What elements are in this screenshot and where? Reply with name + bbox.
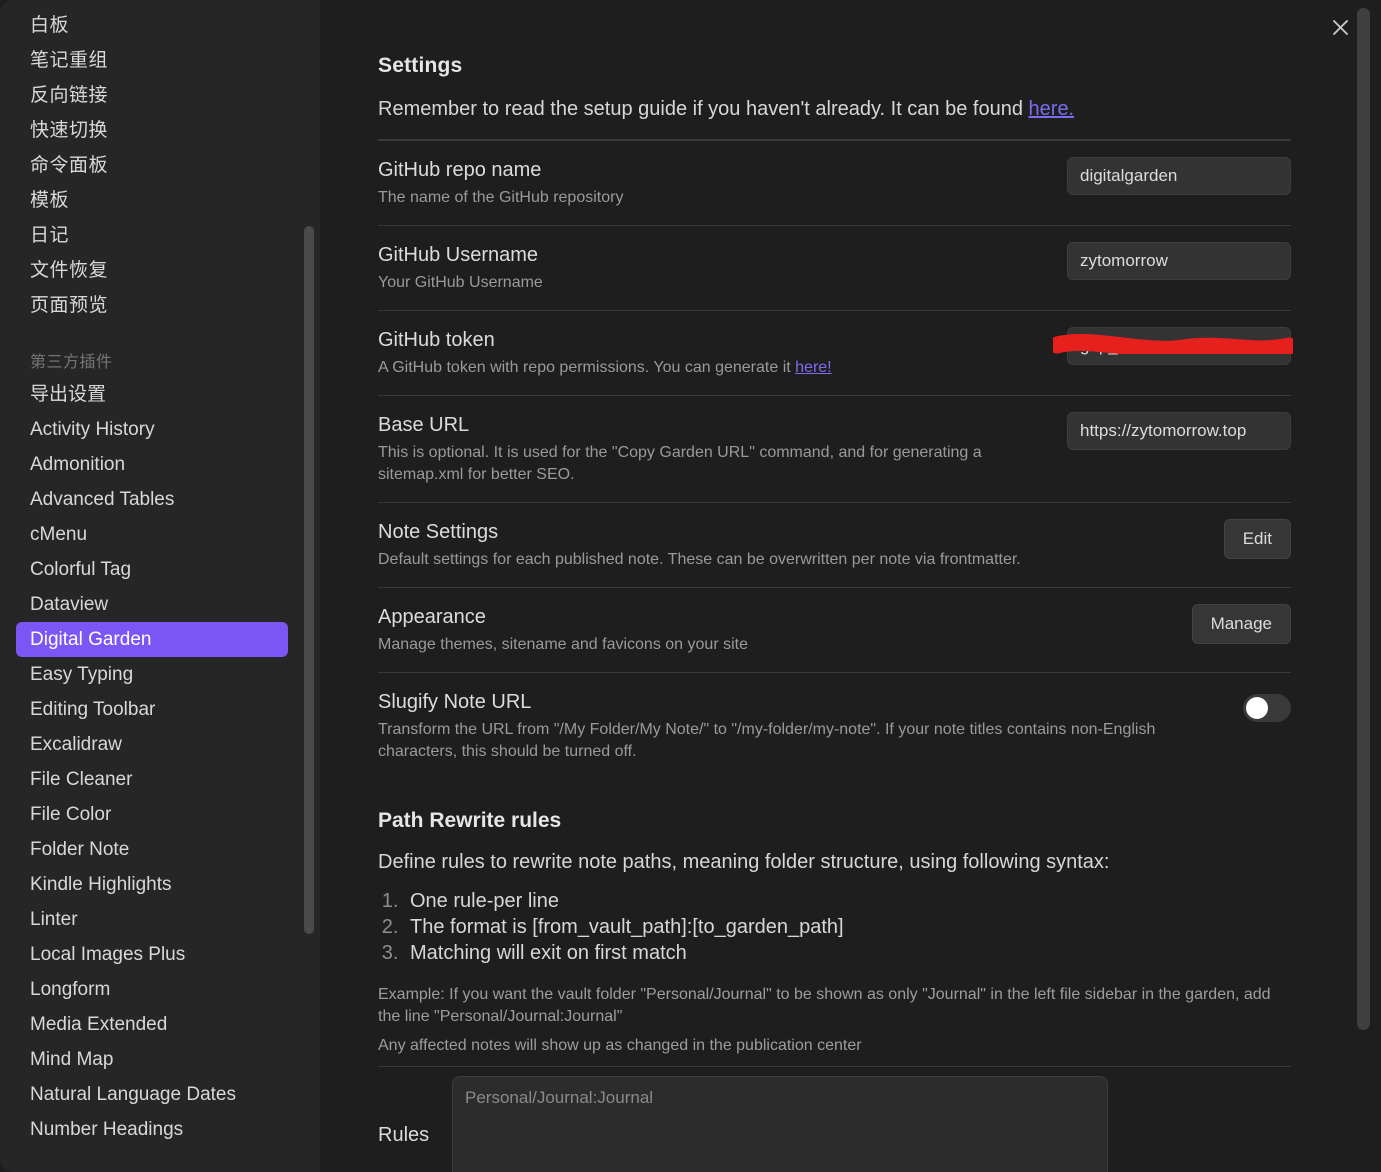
setting-description: A GitHub token with repo permissions. Yo…: [378, 357, 1047, 379]
setting-row-github-username: GitHub Username Your GitHub Username: [378, 225, 1291, 310]
rules-label: Rules: [378, 1123, 430, 1146]
github-repo-name-input[interactable]: [1067, 157, 1291, 195]
sidebar-item-core-2[interactable]: 反向链接: [16, 78, 288, 113]
sidebar-item-core-1[interactable]: 笔记重组: [16, 43, 288, 78]
setting-name: Base URL: [378, 414, 470, 436]
sidebar-item-plugin-0[interactable]: 导出设置: [16, 377, 288, 412]
settings-modal: 白板 笔记重组 反向链接 快速切换 命令面板 模板 日记 文件恢复 页面预览 第三方插件 导出设置 A…: [0, 0, 1381, 1172]
path-rewrite-list-item: One rule-per line: [404, 889, 1291, 914]
sidebar-item-core-3[interactable]: 快速切换: [16, 113, 288, 148]
sidebar-group-title: 第三方插件: [30, 354, 113, 371]
setting-row-github-repo-name: GitHub repo name The name of the GitHub …: [378, 140, 1291, 225]
path-rewrite-note: Any affected notes will show up as chang…: [378, 1037, 862, 1054]
sidebar-item-core-6[interactable]: 日记: [16, 218, 288, 253]
sidebar-item-admonition[interactable]: Admonition: [16, 447, 288, 482]
content-scrollbar-thumb[interactable]: [1357, 8, 1370, 1030]
path-rewrite-list-item: Matching will exit on first match: [404, 941, 1291, 966]
sidebar-item-core-5[interactable]: 模板: [16, 183, 288, 218]
sidebar-item-natural-language-dates[interactable]: Natural Language Dates: [16, 1077, 288, 1112]
sidebar-item-mind-map[interactable]: Mind Map: [16, 1042, 288, 1077]
github-token-input[interactable]: [1067, 327, 1291, 365]
sidebar-item-advanced-tables[interactable]: Advanced Tables: [16, 482, 288, 517]
rules-setting-row: Rules: [378, 1066, 1291, 1172]
sidebar-item-cmenu[interactable]: cMenu: [16, 517, 288, 552]
sidebar-item-digital-garden[interactable]: Digital Garden: [16, 622, 288, 657]
settings-scroll-area: Settings Remember to read the setup guid…: [320, 0, 1351, 1172]
setting-name: GitHub repo name: [378, 159, 542, 181]
sidebar-item-local-images-plus[interactable]: Local Images Plus: [16, 937, 288, 972]
setup-guide-text: Remember to read the setup guide if you …: [378, 96, 1291, 122]
close-icon[interactable]: [1323, 10, 1357, 44]
generate-token-link[interactable]: here!: [795, 359, 831, 376]
slugify-note-url-toggle[interactable]: [1243, 694, 1291, 722]
setting-description: Your GitHub Username: [378, 274, 543, 291]
setting-name: GitHub Username: [378, 244, 539, 266]
sidebar-item-dataview[interactable]: Dataview: [16, 587, 288, 622]
sidebar-item-core-4[interactable]: 命令面板: [16, 148, 288, 183]
edit-note-settings-button[interactable]: Edit: [1223, 519, 1291, 559]
toggle-knob: [1246, 697, 1268, 719]
sidebar-item-editing-toolbar[interactable]: Editing Toolbar: [16, 692, 288, 727]
base-url-input[interactable]: [1067, 412, 1291, 450]
setting-description: Manage themes, sitename and favicons on …: [378, 636, 748, 653]
sidebar-item-linter[interactable]: Linter: [16, 902, 288, 937]
sidebar-item-activity-history[interactable]: Activity History: [16, 412, 288, 447]
sidebar-item-easy-typing[interactable]: Easy Typing: [16, 657, 288, 692]
sidebar-item-kindle-highlights[interactable]: Kindle Highlights: [16, 867, 288, 902]
setting-name: Note Settings: [378, 521, 499, 543]
settings-content-panel: Settings Remember to read the setup guid…: [320, 0, 1381, 1172]
sidebar-item-folder-note[interactable]: Folder Note: [16, 832, 288, 867]
path-rewrite-example: Example: If you want the vault folder "P…: [378, 986, 1271, 1025]
sidebar-item-colorful-tag[interactable]: Colorful Tag: [16, 552, 288, 587]
setting-description-text: A GitHub token with repo permissions. Yo…: [378, 359, 796, 376]
sidebar-item-excalidraw[interactable]: Excalidraw: [16, 727, 288, 762]
setting-row-github-token: GitHub token A GitHub token with repo pe…: [378, 310, 1293, 395]
path-rewrite-heading: Path Rewrite rules: [378, 809, 562, 832]
setting-row-appearance: Appearance Manage themes, sitename and f…: [378, 587, 1291, 672]
page-title: Settings: [378, 54, 463, 77]
setting-name: GitHub token: [378, 329, 495, 351]
sidebar-item-core-0[interactable]: 白板: [16, 8, 288, 43]
setup-guide-link[interactable]: here.: [1029, 98, 1075, 120]
setting-name: Slugify Note URL: [378, 691, 532, 713]
path-rewrite-intro: Define rules to rewrite note paths, mean…: [378, 851, 1110, 873]
sidebar-item-file-cleaner[interactable]: File Cleaner: [16, 762, 288, 797]
setting-description: The name of the GitHub repository: [378, 189, 624, 206]
sidebar-nav-list: 白板 笔记重组 反向链接 快速切换 命令面板 模板 日记 文件恢复 页面预览 第三方插件 导出设置 A…: [0, 8, 320, 1147]
setting-row-note-settings: Note Settings Default settings for each …: [378, 502, 1291, 587]
sidebar-item-core-7[interactable]: 文件恢复: [16, 253, 288, 288]
sidebar-item-file-color[interactable]: File Color: [16, 797, 288, 832]
sidebar-item-media-extended[interactable]: Media Extended: [16, 1007, 288, 1042]
setting-row-base-url: Base URL This is optional. It is used fo…: [378, 395, 1291, 502]
path-rewrite-list-item: The format is [from_vault_path]:[to_gard…: [404, 915, 1291, 940]
path-rewrite-syntax-list: One rule-per lineThe format is [from_vau…: [404, 889, 1291, 966]
setting-description: Transform the URL from "/My Folder/My No…: [378, 721, 1156, 760]
setting-name: Appearance: [378, 606, 486, 628]
rules-textarea[interactable]: [452, 1076, 1108, 1172]
sidebar-item-core-8[interactable]: 页面预览: [16, 288, 288, 323]
setting-description: Default settings for each published note…: [378, 551, 1021, 568]
content-scrollbar[interactable]: [1357, 0, 1371, 1172]
setting-row-slugify-note-url: Slugify Note URL Transform the URL from …: [378, 672, 1291, 779]
settings-sidebar: 白板 笔记重组 反向链接 快速切换 命令面板 模板 日记 文件恢复 页面预览 第三方插件 导出设置 A…: [0, 0, 320, 1172]
sidebar-item-number-headings[interactable]: Number Headings: [16, 1112, 288, 1147]
github-username-input[interactable]: [1067, 242, 1291, 280]
manage-appearance-button[interactable]: Manage: [1191, 604, 1291, 644]
sidebar-item-longform[interactable]: Longform: [16, 972, 288, 1007]
setup-guide-label: Remember to read the setup guide if you …: [378, 98, 1029, 120]
setting-description: This is optional. It is used for the "Co…: [378, 444, 982, 483]
